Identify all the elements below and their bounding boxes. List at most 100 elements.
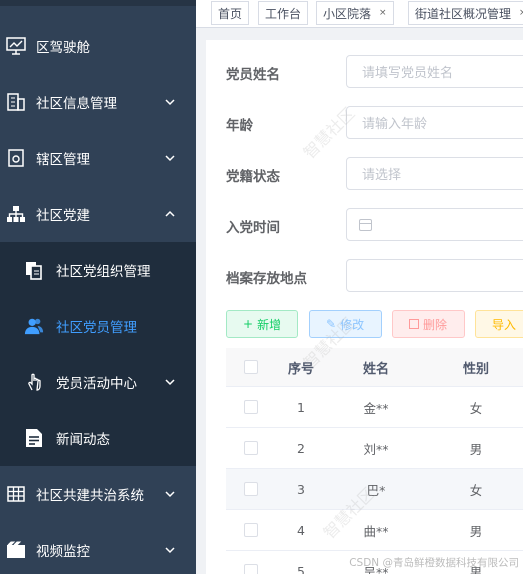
table-row[interactable]: 1 金** 女 xyxy=(226,387,523,428)
tab-street-overview[interactable]: 街道社区概况管理 × xyxy=(408,1,523,25)
menu-label: 社区信息管理 xyxy=(36,96,117,112)
table-row[interactable]: 2 刘** 男 xyxy=(226,428,523,469)
age-label: 年龄 xyxy=(226,118,253,134)
chevron-down-icon xyxy=(165,155,175,162)
menu-item-co-governance[interactable]: 社区共建共治系统 xyxy=(0,466,196,522)
name-input[interactable]: 请填写党员姓名 xyxy=(346,55,523,88)
trash-icon xyxy=(409,319,419,329)
building-icon xyxy=(6,92,26,112)
name-label: 党员姓名 xyxy=(226,67,280,83)
submenu-item-news[interactable]: 新闻动态 xyxy=(0,410,196,466)
sidebar-top-strip xyxy=(0,0,196,6)
footer-watermark: CSDN @青岛鲜橙数据科技有限公司 xyxy=(349,557,519,569)
delete-label: 删除 xyxy=(423,317,448,332)
main-panel: 党员姓名 请填写党员姓名 年龄 请输入年龄 党籍状态 请选择 入党时间 档案存放… xyxy=(206,40,523,574)
name-placeholder: 请填写党员姓名 xyxy=(362,66,454,81)
select-all-checkbox[interactable] xyxy=(244,360,258,374)
table-icon xyxy=(6,484,26,504)
tab-workbench[interactable]: 工作台 xyxy=(258,1,309,25)
copy-docs-icon xyxy=(24,260,44,280)
document-icon xyxy=(24,428,44,448)
members-table: 序号 姓名 性别 1 金** 女 2 刘** 男 3 巴* 女 4 曲** 男 xyxy=(226,348,523,574)
close-icon[interactable]: × xyxy=(519,8,523,18)
chevron-down-icon xyxy=(165,379,175,386)
header-name: 姓名 xyxy=(362,361,389,377)
age-input[interactable]: 请输入年龄 xyxy=(346,106,523,139)
row-checkbox[interactable] xyxy=(244,400,258,414)
add-label: 新增 xyxy=(257,317,282,332)
menu-label: 区驾驶舱 xyxy=(36,40,90,56)
menu-item-dashboard[interactable]: 区驾驶舱 xyxy=(0,18,196,74)
hand-pointer-icon xyxy=(24,372,44,392)
chevron-down-icon xyxy=(165,491,175,498)
tags-view: 首页 工作台 小区院落 × 街道社区概况管理 × xyxy=(196,0,523,28)
row-checkbox[interactable] xyxy=(244,564,258,574)
delete-button[interactable]: 删除 xyxy=(392,310,465,338)
archive-label: 档案存放地点 xyxy=(226,271,307,287)
age-placeholder: 请输入年龄 xyxy=(362,117,428,132)
cell-name: 曲** xyxy=(363,523,389,539)
tab-label: 工作台 xyxy=(265,6,302,21)
cell-sex: 女 xyxy=(469,482,483,498)
status-label: 党籍状态 xyxy=(226,169,280,185)
chevron-up-icon xyxy=(165,210,175,217)
table-row[interactable]: 3 巴* 女 xyxy=(226,469,523,510)
cell-no: 1 xyxy=(297,399,305,415)
menu-item-party-building[interactable]: 社区党建 xyxy=(0,186,196,242)
join-date-picker[interactable] xyxy=(346,208,523,241)
tab-courtyard[interactable]: 小区院落 × xyxy=(316,1,394,25)
video-icon xyxy=(6,540,26,560)
submenu-item-party-members[interactable]: 社区党员管理 xyxy=(0,298,196,354)
header-no: 序号 xyxy=(287,361,314,377)
cell-sex: 女 xyxy=(469,400,483,416)
menu-label: 社区党建 xyxy=(36,208,90,224)
header-sex: 性别 xyxy=(462,361,489,377)
menu-label: 社区党组织管理 xyxy=(56,264,151,280)
archive-input[interactable] xyxy=(346,259,523,292)
add-button[interactable]: + 新增 xyxy=(226,310,298,338)
row-checkbox[interactable] xyxy=(244,523,258,537)
dashboard-icon xyxy=(6,36,26,56)
menu-item-community-info[interactable]: 社区信息管理 xyxy=(0,74,196,130)
cell-no: 5 xyxy=(297,563,305,574)
close-icon[interactable]: × xyxy=(379,8,387,18)
cell-name: 金** xyxy=(363,400,389,416)
calendar-icon xyxy=(359,218,372,231)
edit-button[interactable]: ✎ 修改 xyxy=(309,310,382,338)
header-checkbox-cell xyxy=(226,348,276,386)
cell-no: 4 xyxy=(297,522,305,538)
checkbox-cell xyxy=(226,469,276,509)
table-row[interactable]: 4 曲** 男 xyxy=(226,510,523,551)
status-select[interactable]: 请选择 xyxy=(346,157,523,190)
menu-label: 新闻动态 xyxy=(56,432,110,448)
cell-sex: 男 xyxy=(469,523,483,539)
chevron-down-icon xyxy=(165,547,175,554)
row-checkbox[interactable] xyxy=(244,441,258,455)
menu-label: 视频监控 xyxy=(36,544,90,560)
tab-home[interactable]: 首页 xyxy=(211,1,250,25)
cell-name: 巴* xyxy=(366,482,386,498)
menu-label: 党员活动中心 xyxy=(56,376,137,392)
status-placeholder: 请选择 xyxy=(362,168,402,183)
menu-item-jurisdiction[interactable]: 辖区管理 xyxy=(0,130,196,186)
tab-label: 首页 xyxy=(218,6,243,21)
import-button[interactable]: 导入 xyxy=(475,310,523,338)
menu-label: 社区共建共治系统 xyxy=(36,488,144,504)
checkbox-cell xyxy=(226,387,276,427)
menu-item-video[interactable]: 视频监控 xyxy=(0,522,196,574)
org-tree-icon xyxy=(6,204,26,224)
submenu-item-party-org[interactable]: 社区党组织管理 xyxy=(0,242,196,298)
tab-label: 小区院落 xyxy=(323,6,372,21)
cell-no: 2 xyxy=(297,440,305,456)
table-header: 序号 姓名 性别 xyxy=(226,348,523,387)
sidebar: 区驾驶舱 社区信息管理 辖区管理 社区党建 社区党组织管理 社区党员管理 党员活… xyxy=(0,0,196,574)
cell-no: 3 xyxy=(297,481,305,497)
menu-label: 辖区管理 xyxy=(36,152,90,168)
menu-label: 社区党员管理 xyxy=(56,320,137,336)
row-checkbox[interactable] xyxy=(244,482,258,496)
tab-label: 街道社区概况管理 xyxy=(415,6,512,21)
submenu-item-activity-center[interactable]: 党员活动中心 xyxy=(0,354,196,410)
import-label: 导入 xyxy=(492,317,517,332)
plus-icon: + xyxy=(243,317,254,331)
checkbox-cell xyxy=(226,551,276,574)
